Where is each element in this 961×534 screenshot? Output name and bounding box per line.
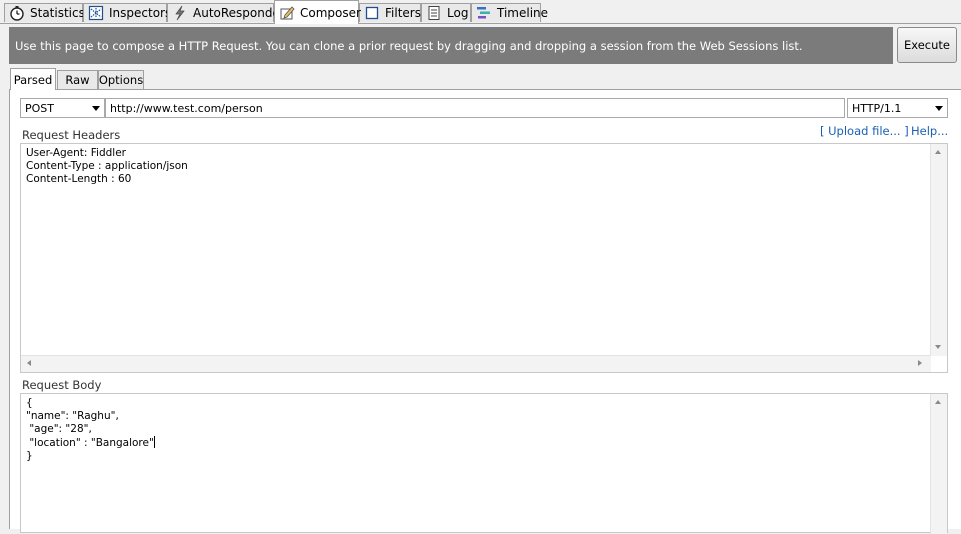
tab-inspectors-label: Inspectors <box>109 6 172 20</box>
timeline-icon <box>476 5 492 21</box>
tab-log[interactable]: Log <box>421 3 471 22</box>
tab-statistics[interactable]: Statistics <box>4 3 85 22</box>
tab-options[interactable]: Options <box>98 70 144 89</box>
url-value: http://www.test.com/person <box>110 101 263 115</box>
banner-text: Use this page to compose a HTTP Request.… <box>15 39 803 53</box>
lightning-icon <box>172 5 188 21</box>
scroll-left-icon[interactable] <box>27 360 31 366</box>
http-version-value: HTTP/1.1 <box>852 101 902 115</box>
scroll-right-icon[interactable] <box>918 360 922 366</box>
chevron-down-icon <box>935 106 943 111</box>
body-vertical-scrollbar[interactable] <box>930 394 947 534</box>
tab-timeline-label: Timeline <box>497 6 549 20</box>
request-body-text: { "name": "Raghu", "age": "28", "locatio… <box>26 397 154 449</box>
request-body-editor: { "name": "Raghu", "age": "28", "locatio… <box>26 397 155 463</box>
method-select[interactable]: POST <box>20 98 105 118</box>
inspector-icon <box>88 5 104 21</box>
method-value: POST <box>25 101 54 115</box>
text-cursor <box>153 436 155 448</box>
headers-horizontal-scrollbar[interactable] <box>21 355 931 372</box>
request-headers-text: User-Agent: Fiddler Content-Type : appli… <box>26 147 188 185</box>
tab-filters-label: Filters <box>385 6 421 20</box>
upload-file-link[interactable]: [ Upload file... ] <box>820 124 909 138</box>
request-body-textarea[interactable]: { "name": "Raghu", "age": "28", "locatio… <box>20 393 948 534</box>
composer-info-banner: Use this page to compose a HTTP Request.… <box>9 27 893 64</box>
scroll-up-icon[interactable] <box>935 400 941 404</box>
checkbox-icon <box>364 5 380 21</box>
tab-autoresponder-label: AutoResponder <box>193 6 285 20</box>
tab-parsed[interactable]: Parsed <box>10 68 56 90</box>
chevron-down-icon <box>92 106 100 111</box>
scroll-down-icon[interactable] <box>935 345 941 349</box>
tab-log-label: Log <box>447 6 469 20</box>
headers-vertical-scrollbar[interactable] <box>930 144 947 356</box>
execute-button[interactable]: Execute <box>897 27 957 63</box>
scroll-up-icon[interactable] <box>935 150 941 154</box>
request-headers-label: Request Headers <box>22 128 121 142</box>
tab-composer-label: Composer <box>300 5 361 20</box>
tab-filters[interactable]: Filters <box>359 3 421 22</box>
help-link[interactable]: Help... <box>911 124 948 138</box>
tab-statistics-label: Statistics <box>30 6 85 20</box>
document-icon <box>426 5 442 21</box>
composer-icon <box>279 5 295 21</box>
request-body-closing-brace: } <box>26 450 33 462</box>
request-headers-textarea[interactable]: User-Agent: Fiddler Content-Type : appli… <box>20 143 948 373</box>
tab-composer[interactable]: Composer <box>274 0 361 24</box>
stopwatch-icon <box>9 5 25 21</box>
tab-raw[interactable]: Raw <box>57 70 98 89</box>
http-version-select[interactable]: HTTP/1.1 <box>847 98 948 118</box>
tab-timeline[interactable]: Timeline <box>471 3 548 22</box>
url-input[interactable]: http://www.test.com/person <box>105 98 845 118</box>
tab-inspectors[interactable]: Inspectors <box>83 3 171 22</box>
request-body-label: Request Body <box>22 378 102 392</box>
main-tab-strip: Statistics Inspectors AutoResponder Comp… <box>0 0 961 24</box>
tab-autoresponder[interactable]: AutoResponder <box>167 3 285 22</box>
